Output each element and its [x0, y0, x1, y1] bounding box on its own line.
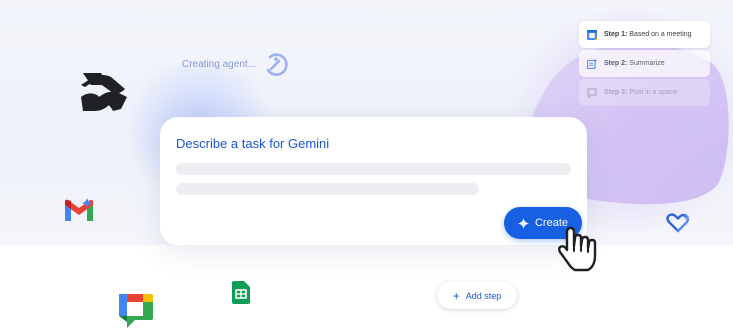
chat-logo	[119, 294, 153, 328]
prompt-card-title: Describe a task for Gemini	[176, 136, 330, 151]
step-1[interactable]: Step 1: Based on a meeting	[579, 21, 710, 48]
sparkle-icon	[517, 217, 529, 229]
add-step-button[interactable]: + Add step	[437, 282, 517, 309]
step-3[interactable]: Step 3: Post in a space	[579, 79, 710, 106]
prompt-placeholder-line-2[interactable]	[176, 183, 479, 195]
step-3-label: Step 3:	[604, 89, 628, 96]
step-1-label: Step 1:	[604, 31, 628, 38]
step-2-label: Step 2:	[604, 60, 628, 67]
prompt-placeholder-line-1[interactable]	[176, 163, 571, 175]
step-1-text: Based on a meeting	[629, 31, 692, 38]
chat-space-icon	[587, 88, 597, 98]
agent-status: Creating agent...	[182, 50, 290, 78]
sheets-logo	[232, 281, 250, 304]
add-step-label: Add step	[465, 290, 502, 301]
summarize-icon	[587, 58, 597, 69]
status-text: Creating agent...	[182, 58, 256, 70]
step-2[interactable]: Step 2: Summarize	[579, 50, 710, 77]
steps-panel: Step 1: Based on a meeting Step 2: Summa…	[579, 21, 710, 108]
pointer-hand-icon	[558, 226, 597, 272]
magic-spinner-icon	[266, 53, 288, 76]
prompt-card: Describe a task for Gemini Create	[160, 117, 587, 245]
step-3-text: Post in a space	[629, 89, 678, 96]
gemini-heart-logo	[666, 213, 690, 233]
gmail-logo	[65, 198, 93, 221]
workspace-logo	[81, 73, 127, 111]
plus-icon: +	[452, 288, 460, 303]
step-2-text: Summarize	[629, 60, 665, 67]
calendar-icon	[587, 29, 597, 40]
